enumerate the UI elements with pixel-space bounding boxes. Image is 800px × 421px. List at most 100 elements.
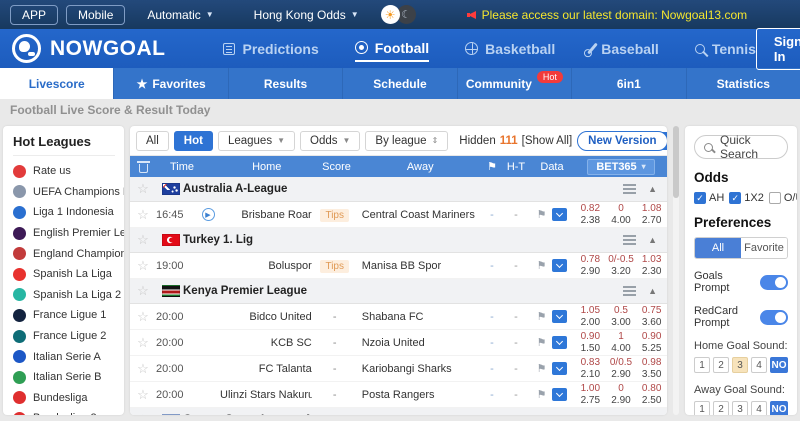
table-scrollbar[interactable] [673,126,679,415]
home-team[interactable]: Boluspor [220,260,312,272]
new-version-button[interactable]: New Version [577,131,667,151]
nav-item-basketball[interactable]: Basketball [465,36,555,62]
nav-item-tennis[interactable]: Tennis [695,36,756,62]
analysis-icon[interactable] [552,310,567,323]
light-mode-icon[interactable]: ☀ [381,5,400,24]
analysis-icon[interactable] [552,362,567,375]
app-button[interactable]: APP [10,5,58,25]
odds-option-o-u[interactable]: O/U [769,192,797,204]
favorite-star-icon[interactable]: ☆ [137,412,149,415]
standings-icon[interactable] [623,235,636,237]
filter-odds-dropdown[interactable]: Odds ▼ [300,131,360,151]
home-team[interactable]: Brisbane Roar [220,209,312,221]
collapse-icon[interactable]: ▲ [648,286,657,296]
favorite-star-icon[interactable]: ☆ [137,181,149,197]
away-team[interactable]: Nzoia United [358,337,481,349]
collapse-icon[interactable]: ▲ [648,184,657,194]
announcement-text[interactable]: Please access our latest domain: Nowgoal… [482,8,747,22]
pref-all-button[interactable]: All [695,238,741,258]
scrollbar-thumb[interactable] [673,126,679,198]
filter-hot-button[interactable]: Hot [174,131,213,151]
sound-option-4[interactable]: 4 [751,357,767,373]
favorite-star-icon[interactable]: ☆ [137,309,149,325]
standings-icon[interactable] [623,286,636,288]
sidebar-league-item[interactable]: English Premier Le... [13,223,124,244]
sound-option-2[interactable]: 2 [713,401,729,415]
checkbox-icon[interactable]: ✓ [729,192,741,204]
home-team[interactable]: Bidco United [220,311,312,323]
filter-all-button[interactable]: All [136,131,169,151]
favorite-star-icon[interactable]: ☆ [137,283,149,299]
filter-leagues-dropdown[interactable]: Leagues ▼ [218,131,295,151]
tab-statistics[interactable]: Statistics [687,68,800,99]
show-all-link[interactable]: [Show All] [522,135,573,147]
odds-cell[interactable]: 1.0000.802.752.902.50 [575,383,667,406]
tab-community[interactable]: CommunityHot [458,68,572,99]
odds-option-ah[interactable]: ✓AH [694,192,724,204]
sidebar-league-item[interactable]: Bundesliga [13,388,124,409]
analysis-icon[interactable] [552,208,567,221]
odds-cell[interactable]: 1.050.50.752.003.003.60 [575,305,667,328]
sound-option-2[interactable]: 2 [713,357,729,373]
sign-in-button[interactable]: Sign In [756,28,800,70]
sound-option-no[interactable]: NO [770,401,788,415]
brand-name[interactable]: NOWGOAL [50,37,165,61]
away-team[interactable]: Central Coast Mariners [358,209,481,221]
sidebar-league-item[interactable]: Spanish La Liga 2 [13,285,124,306]
favorite-star-icon[interactable]: ☆ [137,232,149,248]
odds-option-1x2[interactable]: ✓1X2 [729,192,764,204]
sidebar-league-item[interactable]: Spanish La Liga [13,264,124,285]
sidebar-league-item[interactable]: Italian Serie A [13,346,124,367]
checkbox-icon[interactable]: ✓ [694,192,706,204]
sound-option-3[interactable]: 3 [732,401,748,415]
odds-cell[interactable]: 0.8201.082.384.002.70 [575,203,667,226]
away-team[interactable]: Posta Rangers [358,389,481,401]
checkbox-icon[interactable] [769,192,781,204]
analysis-icon[interactable] [552,259,567,272]
collapse-icon[interactable]: ▲ [648,235,657,245]
odds-cell[interactable]: 0.9010.901.504.005.25 [575,331,667,354]
sidebar-league-item[interactable]: England Champion... [13,243,124,264]
sidebar-league-item[interactable]: France Ligue 2 [13,326,124,347]
goals-prompt-toggle[interactable] [760,275,788,290]
home-team[interactable]: Ulinzi Stars Nakuru [220,389,312,401]
delete-icon[interactable] [139,164,148,173]
theme-toggle[interactable]: ☀ ☾ [381,5,416,24]
favorite-star-icon[interactable]: ☆ [137,387,149,403]
nav-item-baseball[interactable]: Baseball [591,36,659,62]
favorite-star-icon[interactable]: ☆ [137,207,149,223]
nav-item-predictions[interactable]: Predictions [223,36,318,62]
analysis-icon[interactable] [552,336,567,349]
sidebar-league-item[interactable]: Rate us [13,161,124,182]
sound-option-3[interactable]: 3 [732,357,748,373]
favorite-star-icon[interactable]: ☆ [137,335,149,351]
language-dropdown[interactable]: Automatic ▼ [147,8,213,22]
away-team[interactable]: Kariobangi Sharks [358,363,481,375]
tab-schedule[interactable]: Schedule [343,68,457,99]
bookmaker-dropdown[interactable]: BET365 ▾ [587,159,654,175]
home-team[interactable]: FC Talanta [220,363,312,375]
home-team[interactable]: KCB SC [220,337,312,349]
tab-results[interactable]: Results [229,68,343,99]
quick-search-box[interactable]: Quick Search [694,135,788,159]
odds-type-dropdown[interactable]: Hong Kong Odds ▼ [254,8,359,22]
redcard-prompt-toggle[interactable] [760,310,788,325]
sound-option-no[interactable]: NO [770,357,788,373]
nav-item-football[interactable]: Football [355,36,429,62]
odds-cell[interactable]: 0.780/-0.51.032.903.202.30 [575,254,667,277]
sidebar-league-item[interactable]: Liga 1 Indonesia [13,202,124,223]
away-team[interactable]: Manisa BB Spor [358,260,481,272]
sidebar-league-item[interactable]: UEFA Champions L... [13,182,124,203]
tab-favorites[interactable]: ★Favorites [114,68,228,99]
sidebar-league-item[interactable]: Bundesliga 2 [13,408,124,415]
favorite-star-icon[interactable]: ☆ [137,361,149,377]
sidebar-league-item[interactable]: France Ligue 1 [13,305,124,326]
sound-option-4[interactable]: 4 [751,401,767,415]
nowgoal-logo-icon[interactable] [12,34,41,63]
analysis-icon[interactable] [552,388,567,401]
tips-badge[interactable]: Tips [320,209,349,222]
sound-option-1[interactable]: 1 [694,401,710,415]
standings-icon[interactable] [623,184,636,186]
sound-option-1[interactable]: 1 [694,357,710,373]
sort-by-league-button[interactable]: By league ⇕ [365,131,448,151]
